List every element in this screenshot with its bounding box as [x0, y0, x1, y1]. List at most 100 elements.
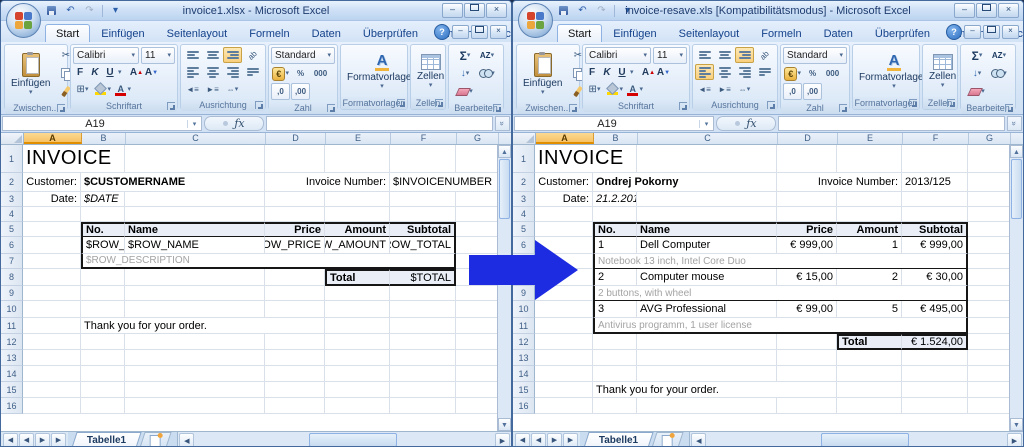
cell-A10[interactable] [23, 301, 81, 318]
ribbon-tab-formeln[interactable]: Formeln [238, 24, 300, 42]
cell-G1[interactable] [968, 145, 1010, 173]
cell-D16[interactable] [265, 398, 325, 414]
cell-C9[interactable] [125, 286, 265, 301]
cell-B12[interactable] [593, 334, 637, 350]
cell-F9[interactable] [390, 286, 456, 301]
cell-A13[interactable] [535, 350, 593, 366]
italic-button[interactable]: K [88, 65, 102, 80]
row-header-11[interactable]: 11 [513, 318, 535, 334]
align-right-button[interactable] [223, 64, 242, 80]
row-header-9[interactable]: 9 [1, 286, 23, 301]
cell-E12[interactable]: Total [837, 334, 902, 350]
cell-F6[interactable]: € 999,00 [902, 237, 968, 254]
dialog-launcher-icon[interactable] [255, 101, 263, 109]
remove-decimal-button[interactable]: ,00 [803, 83, 822, 100]
align-left-button[interactable] [695, 64, 714, 80]
cell-D2[interactable]: Invoice Number: [777, 173, 902, 192]
workbook-minimize-button[interactable]: – [452, 25, 469, 39]
cell-B9[interactable]: 2 buttons, with wheel [593, 286, 968, 301]
underline-button[interactable]: U [615, 65, 629, 80]
cell-B8[interactable] [81, 269, 125, 286]
dialog-launcher-icon[interactable] [679, 102, 687, 110]
row-header-2[interactable]: 2 [1, 173, 23, 192]
cell-G2[interactable] [968, 173, 1010, 192]
cell-D13[interactable] [265, 350, 325, 366]
insert-function-button[interactable]: ƒx [204, 116, 264, 131]
align-left-button[interactable] [183, 64, 202, 80]
formula-input[interactable] [266, 116, 493, 131]
hscroll-right-button[interactable]: ▶ [1007, 433, 1022, 447]
cell-C8[interactable]: Computer mouse [637, 269, 777, 286]
row-header-8[interactable]: 8 [1, 269, 23, 286]
merge-center-button[interactable]: ⇔▾ [223, 81, 242, 97]
cell-C1[interactable] [125, 145, 265, 173]
bold-button[interactable]: F [73, 65, 87, 80]
cell-A10[interactable] [535, 301, 593, 318]
currency-button[interactable]: €▾ [783, 65, 802, 82]
row-header-13[interactable]: 13 [1, 350, 23, 366]
row-header-2[interactable]: 2 [513, 173, 535, 192]
cell-B2[interactable]: Ondrej Pokorny [593, 173, 777, 192]
cell-D8[interactable]: € 15,00 [777, 269, 837, 286]
hscroll-left-button[interactable]: ◀ [179, 433, 194, 447]
dialog-launcher-icon[interactable] [397, 99, 405, 107]
cell-A8[interactable] [23, 269, 81, 286]
cell-D3[interactable] [265, 192, 325, 207]
column-header-G[interactable]: G [457, 133, 499, 144]
cell-A1[interactable]: INVOICE [535, 145, 637, 173]
currency-button[interactable]: €▾ [271, 65, 290, 82]
cell-A3[interactable]: Date: [535, 192, 593, 207]
column-header-C[interactable]: C [638, 133, 778, 144]
dialog-launcher-icon[interactable] [435, 99, 443, 107]
cell-E9[interactable] [325, 286, 390, 301]
cell-B3[interactable]: $DATE [81, 192, 125, 207]
row-header-14[interactable]: 14 [513, 366, 535, 382]
next-sheet-button[interactable]: ▶ [35, 433, 50, 447]
cell-F8[interactable]: € 30,00 [902, 269, 968, 286]
ribbon-tab-seitenlayout[interactable]: Seitenlayout [668, 24, 751, 42]
cell-D4[interactable] [777, 207, 837, 222]
cell-G13[interactable] [456, 350, 498, 366]
cell-F10[interactable]: € 495,00 [902, 301, 968, 318]
scroll-down-button[interactable]: ▼ [498, 418, 511, 431]
insert-sheet-button[interactable] [652, 432, 684, 447]
cell-D12[interactable] [777, 334, 837, 350]
dialog-launcher-icon[interactable] [327, 104, 335, 112]
cell-A15[interactable] [23, 382, 81, 398]
cell-E1[interactable] [837, 145, 902, 173]
paste-button[interactable]: Einfügen▾ [519, 47, 566, 100]
align-middle-button[interactable] [203, 47, 222, 63]
column-header-E[interactable]: E [326, 133, 391, 144]
cell-A2[interactable]: Customer: [23, 173, 81, 192]
minimize-button[interactable]: – [442, 3, 463, 18]
horizontal-scrollbar[interactable]: ◀▶ [177, 432, 511, 447]
cell-G14[interactable] [456, 366, 498, 382]
cell-A14[interactable] [535, 366, 593, 382]
horizontal-scroll-thumb[interactable] [309, 433, 397, 447]
cell-G9[interactable] [968, 286, 1010, 301]
row-header-16[interactable]: 16 [1, 398, 23, 414]
next-sheet-button[interactable]: ▶ [547, 433, 562, 447]
decrease-indent-button[interactable]: ◄≡ [695, 81, 714, 97]
cell-D6[interactable]: € 999,00 [777, 237, 837, 254]
cell-C16[interactable] [637, 398, 777, 414]
column-header-E[interactable]: E [838, 133, 903, 144]
ribbon-tab-start[interactable]: Start [557, 24, 602, 42]
cell-G16[interactable] [456, 398, 498, 414]
dialog-launcher-icon[interactable] [167, 102, 175, 110]
cell-A2[interactable]: Customer: [535, 173, 593, 192]
column-header-G[interactable]: G [969, 133, 1011, 144]
column-header-D[interactable]: D [778, 133, 838, 144]
cell-B7[interactable]: Notebook 13 inch, Intel Core Duo [593, 254, 968, 269]
cell-E4[interactable] [325, 207, 390, 222]
cell-C12[interactable] [637, 334, 777, 350]
cell-C8[interactable] [125, 269, 265, 286]
minimize-button[interactable]: – [954, 3, 975, 18]
cell-D9[interactable] [265, 286, 325, 301]
column-header-C[interactable]: C [126, 133, 266, 144]
remove-decimal-button[interactable]: ,00 [291, 83, 310, 100]
cell-D6[interactable]: $ROW_PRICE [265, 237, 325, 254]
cell-F1[interactable] [390, 145, 456, 173]
cell-A12[interactable] [23, 334, 81, 350]
grow-font-button[interactable]: A▲ [642, 65, 656, 80]
